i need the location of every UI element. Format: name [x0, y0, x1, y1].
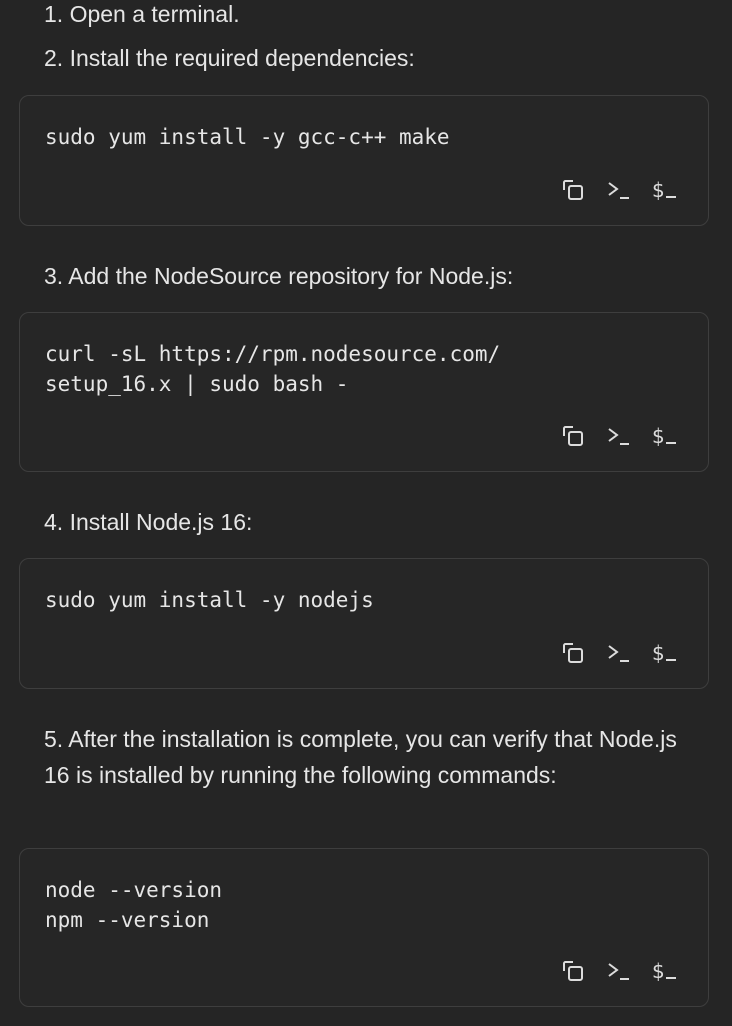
terminal-prompt-icon[interactable]	[606, 958, 632, 984]
step-4-text: 4. Install Node.js 16:	[44, 509, 253, 535]
step-3-text: 3. Add the NodeSource repository for Nod…	[44, 263, 514, 289]
copy-icon[interactable]	[560, 958, 586, 984]
code-actions: $	[560, 423, 678, 449]
code-text[interactable]: node --version npm --version	[45, 875, 222, 935]
shell-dollar-icon[interactable]: $	[652, 423, 678, 449]
code-text[interactable]: sudo yum install -y nodejs	[45, 585, 374, 615]
shell-dollar-icon[interactable]: $	[652, 640, 678, 666]
svg-text:$: $	[652, 641, 665, 665]
copy-icon[interactable]	[560, 177, 586, 203]
svg-text:$: $	[652, 178, 665, 202]
svg-text:$: $	[652, 959, 665, 983]
step-1-text: 1. Open a terminal.	[44, 1, 240, 27]
code-text[interactable]: curl -sL https://rpm.nodesource.com/ set…	[45, 339, 500, 399]
terminal-prompt-icon[interactable]	[606, 640, 632, 666]
code-block: sudo yum install -y nodejs $	[19, 558, 709, 689]
shell-dollar-icon[interactable]: $	[652, 958, 678, 984]
code-text[interactable]: sudo yum install -y gcc-c++ make	[45, 122, 450, 152]
terminal-prompt-icon[interactable]	[606, 423, 632, 449]
shell-dollar-icon[interactable]: $	[652, 177, 678, 203]
code-block: curl -sL https://rpm.nodesource.com/ set…	[19, 312, 709, 472]
copy-icon[interactable]	[560, 640, 586, 666]
code-block: node --version npm --version $	[19, 848, 709, 1007]
terminal-prompt-icon[interactable]	[606, 177, 632, 203]
code-block: sudo yum install -y gcc-c++ make $	[19, 95, 709, 226]
step-2-text: 2. Install the required dependencies:	[44, 45, 415, 71]
code-actions: $	[560, 958, 678, 984]
step-5-text: 5. After the installation is complete, y…	[44, 726, 677, 788]
code-actions: $	[560, 177, 678, 203]
svg-text:$: $	[652, 424, 665, 448]
code-actions: $	[560, 640, 678, 666]
copy-icon[interactable]	[560, 423, 586, 449]
